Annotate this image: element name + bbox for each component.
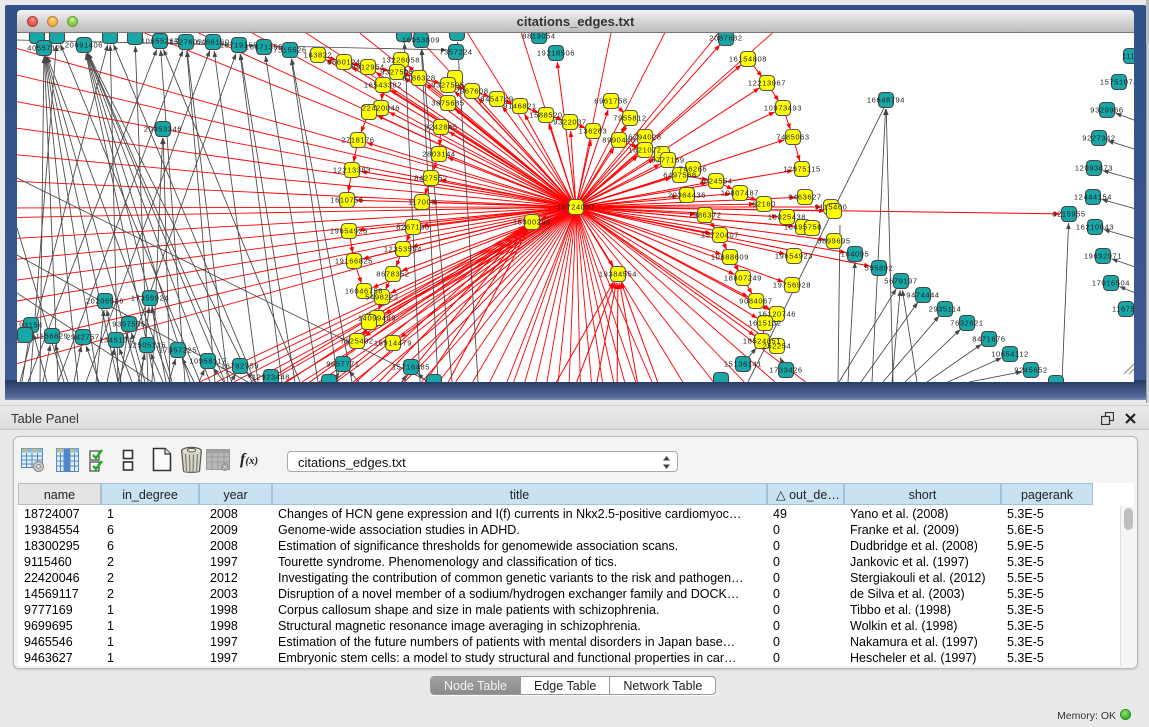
svg-text:18807249: 18807249 <box>724 274 762 283</box>
svg-text:164095: 164095 <box>841 250 870 259</box>
svg-text:19218506: 19218506 <box>537 49 575 58</box>
svg-text:16120746: 16120746 <box>758 310 796 319</box>
svg-text:19384554: 19384554 <box>599 270 637 279</box>
svg-text:9227342: 9227342 <box>1082 134 1115 143</box>
svg-text:2935114: 2935114 <box>929 305 962 314</box>
svg-text:16210643: 16210643 <box>1076 223 1114 232</box>
svg-text:16914479: 16914479 <box>374 339 412 348</box>
svg-text:1621072: 1621072 <box>628 146 661 155</box>
svg-text:0899695: 0899695 <box>817 237 850 246</box>
svg-text:7485063: 7485063 <box>776 133 809 142</box>
svg-text:6794028: 6794028 <box>628 133 661 142</box>
svg-text:7955812: 7955812 <box>613 114 646 123</box>
svg-text:16053809: 16053809 <box>402 36 440 45</box>
svg-text:17016504: 17016504 <box>1092 279 1130 288</box>
svg-text:9242845: 9242845 <box>424 123 457 132</box>
svg-text:10973493: 10973493 <box>764 104 802 113</box>
svg-text:5679197: 5679197 <box>884 277 917 286</box>
svg-text:1733426: 1733426 <box>769 366 802 375</box>
svg-text:2803144: 2803144 <box>422 150 455 159</box>
svg-text:8813054: 8813054 <box>522 33 555 41</box>
svg-text:136263: 136263 <box>579 127 608 136</box>
svg-text:9657771: 9657771 <box>326 360 359 369</box>
svg-text:20053346: 20053346 <box>144 125 182 134</box>
svg-text:6497568: 6497568 <box>663 171 696 180</box>
svg-text:2942757: 2942757 <box>66 333 99 342</box>
svg-text:20206536: 20206536 <box>86 297 124 306</box>
svg-text:8678352: 8678352 <box>376 270 409 279</box>
svg-text:19654923: 19654923 <box>775 252 813 261</box>
svg-text:20364436: 20364436 <box>668 191 706 200</box>
svg-text:12093873: 12093873 <box>1075 164 1113 173</box>
svg-text:1615132: 1615132 <box>748 319 781 328</box>
svg-text:8267130: 8267130 <box>396 223 429 232</box>
svg-text:17359924: 17359924 <box>131 294 169 303</box>
svg-text:19654925: 19654925 <box>330 227 368 236</box>
svg-text:9474444: 9474444 <box>906 291 939 300</box>
svg-text:19756928: 19756928 <box>773 281 811 290</box>
svg-text:9329966: 9329966 <box>1090 106 1123 115</box>
svg-text:10654112: 10654112 <box>991 350 1029 359</box>
svg-text:13226058: 13226058 <box>382 56 420 65</box>
svg-text:7515526: 7515526 <box>273 46 306 55</box>
svg-text:5498222: 5498222 <box>365 293 398 302</box>
svg-text:116753: 116753 <box>1112 305 1134 314</box>
svg-text:1610755: 1610755 <box>330 196 363 205</box>
svg-text:16648794: 16648794 <box>867 96 905 105</box>
svg-text:8215955: 8215955 <box>1052 210 1085 219</box>
svg-text:9397565: 9397565 <box>112 320 145 329</box>
svg-text:8427552: 8427552 <box>414 174 447 183</box>
svg-text:6961758: 6961758 <box>594 97 627 106</box>
svg-text:16782759: 16782759 <box>221 362 259 371</box>
svg-text:10025438: 10025438 <box>768 213 806 222</box>
svg-text:20691406: 20691406 <box>65 41 103 50</box>
svg-text:2718176: 2718176 <box>341 136 374 145</box>
svg-text:9463627: 9463627 <box>788 193 821 202</box>
svg-text:252254: 252254 <box>763 342 792 351</box>
svg-text:7986372: 7986372 <box>688 211 721 220</box>
svg-text:17957225: 17957225 <box>159 346 197 355</box>
svg-text:117006: 117006 <box>408 198 436 207</box>
svg-text:12923448: 12923448 <box>252 373 290 382</box>
svg-text:15751074: 15751074 <box>1100 78 1134 87</box>
svg-text:18300295: 18300295 <box>513 218 551 227</box>
svg-text:16495758: 16495758 <box>784 223 822 232</box>
svg-text:12353594: 12353594 <box>384 245 422 254</box>
svg-text:3624554: 3624554 <box>699 177 732 186</box>
svg-text:10807487: 10807487 <box>721 189 759 198</box>
svg-text:19692971: 19692971 <box>1084 252 1122 261</box>
svg-text:16543382: 16543382 <box>364 81 402 90</box>
svg-text:7357224: 7357224 <box>439 48 472 57</box>
svg-text:7632621: 7632621 <box>950 319 983 328</box>
svg-text:595892: 595892 <box>865 264 894 273</box>
svg-text:12975115: 12975115 <box>783 165 821 174</box>
svg-text:1112: 1112 <box>1122 52 1134 61</box>
svg-text:9322037: 9322037 <box>553 118 586 127</box>
svg-text:1156829: 1156829 <box>36 332 69 341</box>
svg-text:9084067: 9084067 <box>739 297 772 306</box>
svg-text:12444154: 12444154 <box>1074 193 1112 202</box>
svg-text:9115460: 9115460 <box>815 203 848 212</box>
svg-text:22420046: 22420046 <box>362 104 400 113</box>
svg-text:12213383: 12213383 <box>333 166 371 175</box>
svg-text:19166825: 19166825 <box>335 257 373 266</box>
svg-text:9777169: 9777169 <box>651 156 684 165</box>
svg-text:9245652: 9245652 <box>1014 366 1047 375</box>
svg-text:16154808: 16154808 <box>729 55 767 64</box>
svg-text:8471676: 8471676 <box>972 335 1005 344</box>
svg-text:93154: 93154 <box>19 321 43 330</box>
svg-text:62160: 62160 <box>752 200 776 209</box>
svg-text:3875685: 3875685 <box>431 99 464 108</box>
svg-text:2087682: 2087682 <box>709 34 742 43</box>
svg-text:14099489: 14099489 <box>358 314 396 323</box>
svg-text:4055712: 4055712 <box>27 44 60 53</box>
svg-text:15716485: 15716485 <box>392 363 430 372</box>
svg-text:9146821: 9146821 <box>503 102 536 111</box>
svg-text:18724007: 18724007 <box>557 203 595 212</box>
svg-text:12213967: 12213967 <box>748 79 786 88</box>
svg-text:15720407: 15720407 <box>701 231 739 240</box>
svg-text:15136141: 15136141 <box>724 360 762 369</box>
svg-text:7625402: 7625402 <box>340 337 373 346</box>
svg-text:10688609: 10688609 <box>711 253 749 262</box>
